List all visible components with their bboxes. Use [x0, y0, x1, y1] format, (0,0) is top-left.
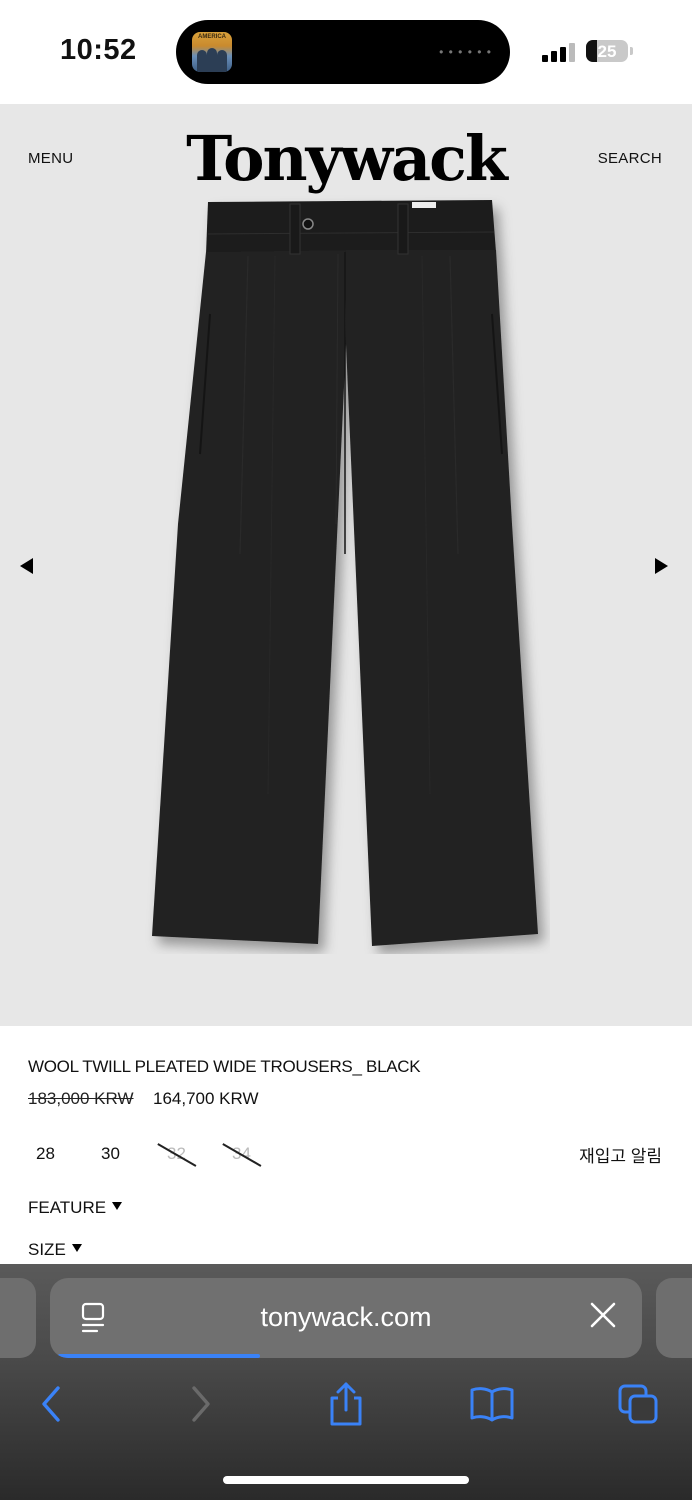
brand-logo[interactable]: Tonywack	[0, 122, 692, 195]
size-option[interactable]: 30	[101, 1144, 120, 1164]
audio-waveform-icon: • • • • • •	[439, 45, 492, 59]
search-button[interactable]: SEARCH	[598, 150, 662, 167]
status-time: 10:52	[60, 34, 137, 66]
caret-down-icon	[112, 1202, 123, 1210]
size-toggle[interactable]: SIZE	[28, 1240, 82, 1260]
battery-percent: 25	[597, 42, 617, 61]
status-bar: 10:52 AMERICA • • • • • • 25	[0, 0, 692, 104]
address-bar[interactable]: tonywack.com	[50, 1278, 642, 1358]
page-load-progress	[58, 1354, 260, 1358]
original-price: 183,000 KRW	[28, 1089, 134, 1108]
dynamic-island[interactable]: AMERICA • • • • • •	[176, 20, 510, 84]
caret-down-icon	[71, 1244, 82, 1252]
album-figure	[217, 50, 227, 72]
bookmarks-icon[interactable]	[470, 1382, 514, 1426]
url-text[interactable]: tonywack.com	[50, 1302, 642, 1333]
next-image-arrow-icon[interactable]	[655, 558, 668, 574]
album-art-text: AMERICA	[198, 34, 226, 40]
feature-label: FEATURE	[28, 1198, 107, 1217]
restock-alert-button[interactable]: 재입고 알림	[579, 1142, 662, 1167]
sale-price: 164,700 KRW	[153, 1089, 259, 1108]
browser-nav-bar	[0, 1374, 692, 1430]
size-option-sold-out: 34	[222, 1143, 262, 1167]
browser-toolbar: tonywack.com	[0, 1264, 692, 1500]
product-hero: MENU Tonywack SEARCH	[0, 104, 692, 1026]
forward-icon[interactable]	[178, 1382, 222, 1426]
battery-icon: 25	[586, 40, 633, 62]
close-icon[interactable]	[588, 1300, 618, 1330]
size-section-label: SIZE	[28, 1240, 66, 1259]
album-figure	[197, 50, 207, 72]
previous-image-arrow-icon[interactable]	[20, 558, 33, 574]
back-icon[interactable]	[30, 1382, 74, 1426]
previous-tab-preview[interactable]	[0, 1278, 36, 1358]
home-indicator[interactable]	[223, 1476, 469, 1484]
feature-toggle[interactable]: FEATURE	[28, 1198, 123, 1218]
album-figure	[207, 48, 217, 72]
product-name: WOOL TWILL PLEATED WIDE TROUSERS_ BLACK	[28, 1057, 421, 1076]
tabs-icon[interactable]	[616, 1382, 660, 1426]
now-playing-album-art[interactable]: AMERICA	[192, 32, 232, 72]
size-option[interactable]: 28	[36, 1144, 55, 1164]
product-image	[152, 200, 538, 946]
cellular-signal-icon	[542, 42, 576, 62]
next-tab-preview[interactable]	[656, 1278, 692, 1358]
size-option-sold-out: 32	[157, 1143, 197, 1167]
share-icon[interactable]	[324, 1382, 368, 1426]
